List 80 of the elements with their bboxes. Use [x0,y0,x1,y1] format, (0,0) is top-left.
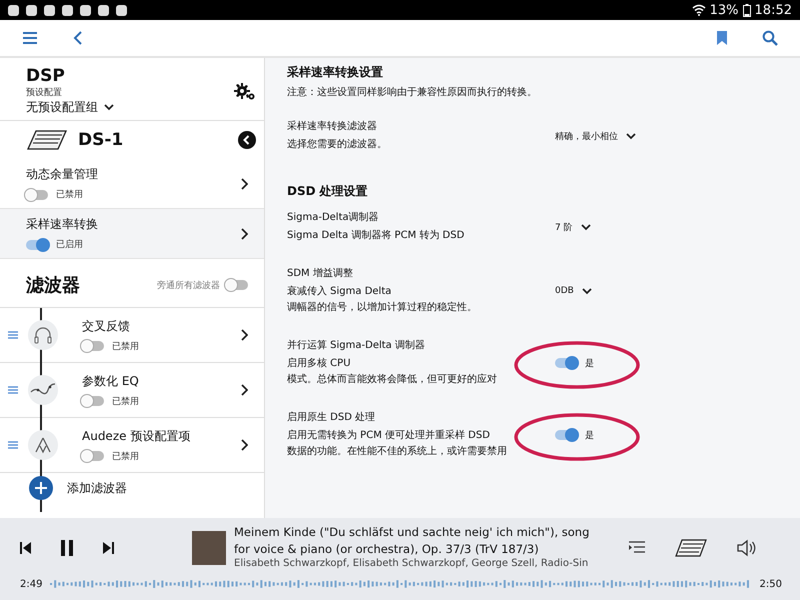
setting-description: 选择您需要的滤波器。 [287,138,388,152]
setting-label: 并行运算 Sigma-Delta 调制器 [287,338,426,352]
track-artists: Elisabeth Schwarzkopf, Elisabeth Schwarzkopf, George Szell, Radio-Sin [234,557,590,572]
back-icon[interactable] [72,30,84,46]
value-dropdown[interactable]: 7 阶 [555,220,591,234]
setting-label: SDM 增益调整 [287,267,354,280]
setting-label: Sigma-Delta调制器 [287,210,380,224]
section-title: 采样速率转换设置 [287,64,384,81]
preset-label: 预设配置 [26,86,63,99]
notification-icon [116,4,127,16]
menu-icon[interactable] [22,31,38,45]
toggle-switch[interactable] [555,430,577,440]
section-title: 滤波器 [26,274,80,297]
chevron-right-icon [240,228,248,240]
filter-item[interactable]: Audeze 预设配置项 已禁用 [0,418,264,473]
drag-handle-icon[interactable] [8,331,18,339]
toggle-switch[interactable] [82,341,104,351]
next-icon[interactable] [102,541,114,555]
toggle-label: 是 [585,358,594,370]
volume-icon[interactable] [736,539,756,557]
chevron-down-icon [104,104,114,111]
toggle-switch[interactable] [26,190,48,200]
section-title: DSD 处理设置 [287,183,369,200]
toggle-switch[interactable] [555,358,577,368]
setting-label: 启用原生 DSD 处理 [287,410,376,424]
value-dropdown[interactable]: 精确，最小相位 [555,130,636,142]
drag-handle-icon[interactable] [8,441,18,449]
setting-label: 采样速率转换滤波器 [287,120,378,133]
setting-description: 启用多核 CPU 模式。总体而言能效将会降低，但可更好的应对 [287,356,498,387]
panel-title: DSP [26,66,66,86]
device-icon[interactable] [674,538,708,558]
waveform-scrubber[interactable] [50,578,752,590]
notification-icon [62,4,73,16]
chevron-down-icon [580,224,591,230]
toggle-switch[interactable] [82,396,104,406]
bypass-label: 旁通所有滤波器 [157,280,220,292]
gears-icon[interactable] [234,83,256,101]
toggle-switch[interactable] [82,451,104,461]
elapsed-time: 2:49 [20,578,42,590]
setting-description: Sigma Delta 调制器将 PCM 转为 DSD [287,228,466,243]
filter-item[interactable]: 参数化 EQ 已禁用 [0,363,264,418]
battery-percent: 13% [710,2,739,18]
toggle-label: 是 [585,430,594,442]
notification-icon [26,4,37,16]
chevron-right-icon [240,329,248,341]
track-title: Meinem Kinde ("Du schläfst und sachte neig' ich mich"), song for voice & piano (or orchestra), Op. 37/3 (TrV 187/3) [234,524,590,558]
chevron-down-icon [626,132,636,140]
notification-icon [80,4,91,16]
notification-icon [44,4,55,16]
bookmark-icon[interactable] [716,30,728,46]
filter-item[interactable]: 交叉反馈 已禁用 [0,308,264,363]
value-dropdown[interactable]: 0DB [555,286,592,296]
wifi-icon [692,4,706,16]
remaining-time: 2:50 [760,578,782,590]
setting-description: 启用无需转换为 PCM 便可处理并重采样 DSD 数据的功能。在性能不佳的系统上，或许需要禁用 [287,428,508,459]
toggle-switch[interactable] [26,240,48,250]
module-item[interactable]: 采样速率转换 已启用 [0,209,264,259]
device-icon [26,129,68,151]
add-filter-button[interactable]: 添加滤波器 [67,480,127,496]
triangle-logo-icon [34,436,52,454]
device-name: DS-1 [78,130,124,150]
pause-icon[interactable] [60,539,74,557]
previous-icon[interactable] [20,541,32,555]
setting-description: 衰减传入 Sigma Delta 调幅器的信号，以增加计算过程的稳定性。 [287,284,478,315]
chevron-right-icon [240,178,248,190]
chevron-right-icon [240,439,248,451]
battery-icon [742,4,751,16]
chevron-down-icon [582,288,592,294]
notification-icon [98,4,109,16]
album-art-placeholder [192,531,226,565]
chevron-right-icon [240,384,248,396]
clock: 18:52 [754,2,792,18]
add-icon[interactable] [29,476,53,500]
notification-icon [8,4,19,16]
drag-handle-icon[interactable] [8,386,18,394]
search-icon[interactable] [762,30,778,46]
preset-dropdown[interactable]: 无预设配置组 [26,99,114,116]
section-note: 注意：这些设置同样影响由于兼容性原因而执行的转换。 [287,86,538,99]
toggle-switch[interactable] [226,280,248,290]
collapse-icon[interactable] [238,131,256,149]
